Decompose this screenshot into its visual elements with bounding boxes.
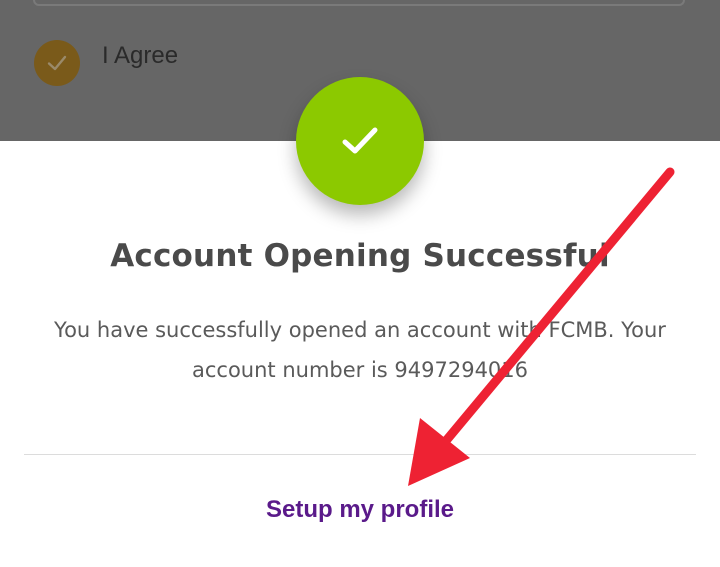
modal-title: Account Opening Successful bbox=[110, 238, 610, 274]
agree-checkbox[interactable] bbox=[34, 40, 80, 86]
screen: I Agree Account Opening Successful You h… bbox=[0, 0, 720, 567]
success-check-icon bbox=[296, 77, 424, 205]
agree-label: I Agree bbox=[102, 42, 179, 69]
setup-profile-button[interactable]: Setup my profile bbox=[0, 492, 720, 528]
checkmark-icon bbox=[47, 55, 67, 71]
modal-message: You have successfully opened an account … bbox=[54, 318, 666, 382]
check-icon bbox=[342, 127, 378, 154]
background-input-field bbox=[33, 0, 685, 6]
modal-divider bbox=[24, 454, 696, 455]
